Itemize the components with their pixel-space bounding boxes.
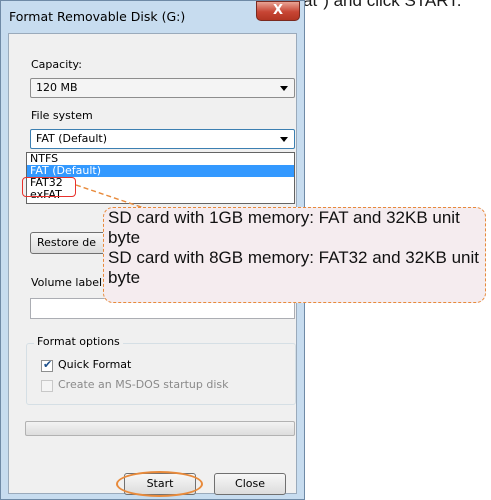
start-highlight-oval bbox=[116, 471, 203, 497]
callout-text: SD card with 1GB memory: FAT and 32KB un… bbox=[108, 208, 488, 288]
callout-line-1: SD card with 1GB memory: FAT and 32KB un… bbox=[108, 208, 460, 247]
callout-line-2: SD card with 8GB memory: FAT32 and 32KB … bbox=[108, 248, 480, 287]
